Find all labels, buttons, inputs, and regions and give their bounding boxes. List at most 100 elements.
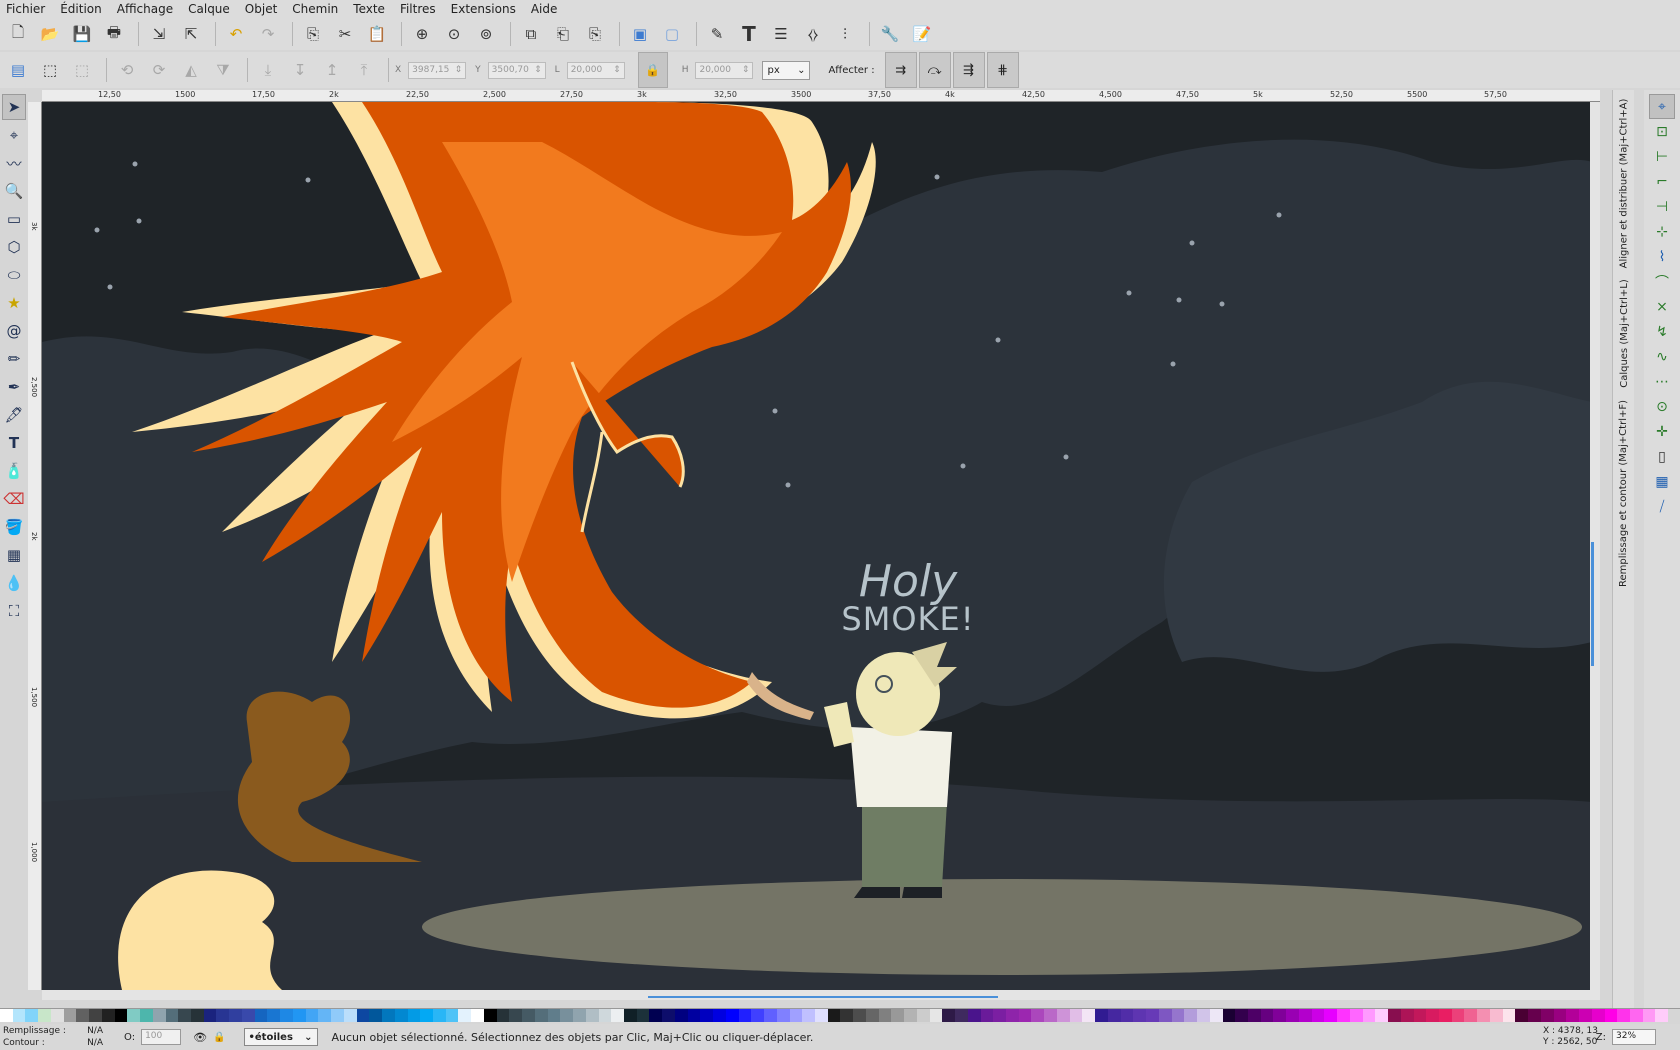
menu-objet[interactable]: Objet (245, 2, 277, 16)
clone-icon[interactable]: ⎗ (549, 20, 577, 48)
lower-icon[interactable]: ↧ (286, 56, 314, 84)
palette-swatch[interactable] (1235, 1009, 1248, 1022)
undo-icon[interactable]: ↶ (222, 20, 250, 48)
spray-tool-icon[interactable]: 🧴 (2, 458, 26, 484)
palette-swatch[interactable] (292, 1009, 306, 1022)
snap-bbox-edge-icon[interactable]: ⊢ (1649, 144, 1675, 169)
palette-swatch[interactable] (420, 1009, 433, 1022)
ungroup-icon[interactable]: ▢ (658, 20, 686, 48)
palette-swatch[interactable] (636, 1009, 650, 1022)
lower-bottom-icon[interactable]: ⤓ (254, 56, 282, 84)
transform-gradients-icon[interactable]: ⇶ (952, 52, 985, 88)
palette-swatch[interactable] (1630, 1009, 1643, 1022)
palette-swatch[interactable] (483, 1009, 497, 1022)
zoom-page-icon[interactable]: ⊚ (472, 20, 500, 48)
palette-swatch[interactable] (76, 1009, 90, 1022)
snap-midpoints-icon[interactable]: ⋯ (1649, 369, 1675, 394)
palette-swatch[interactable] (1222, 1009, 1236, 1022)
palette-swatch[interactable] (1324, 1009, 1338, 1022)
palette-swatch[interactable] (802, 1009, 815, 1022)
menu-texte[interactable]: Texte (353, 2, 385, 16)
palette-swatch[interactable] (1298, 1009, 1312, 1022)
palette-swatch[interactable] (1069, 1009, 1083, 1022)
snap-page-border-icon[interactable]: ▯ (1649, 444, 1675, 469)
snap-bbox-center-icon[interactable]: ⊹ (1649, 219, 1675, 244)
palette-swatch[interactable] (1146, 1009, 1159, 1022)
flip-vertical-icon[interactable]: ⧩ (209, 56, 237, 84)
palette-swatch[interactable] (1006, 1009, 1019, 1022)
select-all-layers-icon[interactable]: ⬚ (36, 56, 64, 84)
palette-swatch[interactable] (980, 1009, 994, 1022)
scale-corners-icon[interactable]: ⤼ (918, 52, 951, 88)
menu-extensions[interactable]: Extensions (451, 2, 516, 16)
palette-swatch[interactable] (1502, 1009, 1516, 1022)
lock-icon[interactable]: 🔒 (213, 1032, 225, 1043)
palette-swatch[interactable] (432, 1009, 446, 1022)
palette-swatch[interactable] (1247, 1009, 1261, 1022)
zoom-tool-icon[interactable]: 🔍 (2, 178, 26, 204)
palette-swatch[interactable] (904, 1009, 917, 1022)
palette-swatch[interactable] (878, 1009, 892, 1022)
snap-grid-icon[interactable]: ▦ (1649, 469, 1675, 494)
calligraphy-tool-icon[interactable]: 🖋 (2, 402, 26, 428)
new-document-icon[interactable]: 🗋 (4, 20, 32, 48)
snap-bbox-icon[interactable]: ⊡ (1649, 119, 1675, 144)
palette-swatch[interactable] (25, 1009, 39, 1022)
rotate-ccw-icon[interactable]: ⟲ (113, 56, 141, 84)
palette-swatch[interactable] (713, 1009, 726, 1022)
palette-swatch[interactable] (674, 1009, 688, 1022)
width-input[interactable]: 20,000 ⇕ (566, 61, 625, 79)
palette-swatch[interactable] (1388, 1009, 1401, 1022)
palette-swatch[interactable] (1668, 1009, 1680, 1022)
tweak-tool-icon[interactable]: 〰 (2, 150, 26, 176)
palette-swatch[interactable] (1184, 1009, 1198, 1022)
palette-swatch[interactable] (1617, 1009, 1630, 1022)
palette-swatch[interactable] (1056, 1009, 1070, 1022)
pen-tool-icon[interactable]: ✒ (2, 374, 26, 400)
palette-swatch[interactable] (241, 1009, 255, 1022)
palette-swatch[interactable] (89, 1009, 102, 1022)
palette-swatch[interactable] (458, 1009, 472, 1022)
palette-swatch[interactable] (891, 1009, 905, 1022)
current-layer-select[interactable]: •étoiles ⌄ (243, 1028, 318, 1046)
palette-swatch[interactable] (751, 1009, 765, 1022)
palette-swatch[interactable] (496, 1009, 510, 1022)
palette-swatch[interactable] (916, 1009, 930, 1022)
snap-object-center-icon[interactable]: ⊙ (1649, 394, 1675, 419)
connector-tool-icon[interactable]: ⛶ (2, 598, 26, 624)
cut-icon[interactable]: ✂ (331, 20, 359, 48)
palette-swatch[interactable] (687, 1009, 701, 1022)
transform-patterns-icon[interactable]: ⋕ (986, 52, 1019, 88)
menu-calque[interactable]: Calque (188, 2, 230, 16)
palette-swatch[interactable] (1464, 1009, 1478, 1022)
palette-swatch[interactable] (1642, 1009, 1656, 1022)
palette-swatch[interactable] (865, 1009, 879, 1022)
palette-swatch[interactable] (50, 1009, 64, 1022)
rectangle-tool-icon[interactable]: ▭ (2, 206, 26, 232)
palette-swatch[interactable] (1438, 1009, 1452, 1022)
palette-swatch[interactable] (1107, 1009, 1121, 1022)
opacity-input[interactable]: 100 (141, 1029, 182, 1045)
palette-swatch[interactable] (1197, 1009, 1210, 1022)
palette-swatch[interactable] (407, 1009, 421, 1022)
palette-swatch[interactable] (662, 1009, 675, 1022)
text-tool-icon[interactable]: T (2, 430, 26, 456)
palette-swatch[interactable] (738, 1009, 752, 1022)
snap-rotation-center-icon[interactable]: ✛ (1649, 419, 1675, 444)
palette-swatch[interactable] (343, 1009, 357, 1022)
palette-swatch[interactable] (152, 1009, 166, 1022)
palette-swatch[interactable] (203, 1009, 217, 1022)
palette-swatch[interactable] (1082, 1009, 1096, 1022)
open-icon[interactable]: 📂 (36, 20, 64, 48)
palette-swatch[interactable] (1413, 1009, 1427, 1022)
snap-toggle-icon[interactable]: ⌖ (1649, 94, 1675, 119)
palette-swatch[interactable] (1133, 1009, 1147, 1022)
palette-swatch[interactable] (1273, 1009, 1287, 1022)
palette-swatch[interactable] (1528, 1009, 1541, 1022)
palette-swatch[interactable] (534, 1009, 548, 1022)
palette-swatch[interactable] (305, 1009, 319, 1022)
paste-icon[interactable]: 📋 (363, 20, 391, 48)
palette-swatch[interactable] (216, 1009, 230, 1022)
palette-swatch[interactable] (649, 1009, 663, 1022)
ellipse-tool-icon[interactable]: ⬭ (2, 262, 26, 288)
